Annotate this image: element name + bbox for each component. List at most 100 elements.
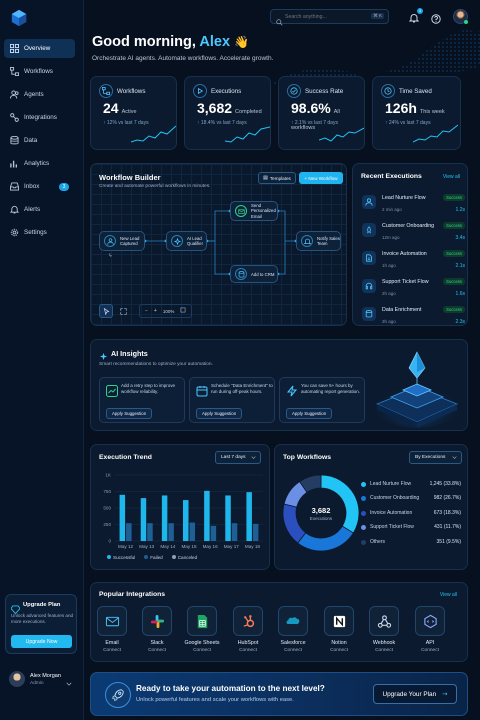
connect-link[interactable]: Connect	[364, 648, 404, 653]
execution-time: 3h ago	[382, 319, 396, 324]
node-crm[interactable]: Add to CRM	[230, 265, 278, 283]
execution-time: 12m ago	[382, 235, 400, 240]
node-qualifier[interactable]: AI Lead Qualifier	[166, 231, 207, 251]
apply-suggestion-button[interactable]: Apply Suggestion	[196, 408, 243, 419]
user-profile[interactable]: Alex Morgan Admin	[8, 670, 78, 690]
sidebar-item-label: Workflows	[24, 68, 53, 75]
zoom-in-button[interactable]: +	[154, 308, 157, 314]
integration-notion[interactable]: Notion Connect	[319, 606, 359, 653]
integration-salesforce[interactable]: Salesforce Connect	[273, 606, 313, 653]
integration-slack[interactable]: Slack Connect	[137, 606, 177, 653]
bar-failed[interactable]	[147, 523, 153, 541]
connect-link[interactable]: Connect	[319, 648, 359, 653]
donut-slice[interactable]	[320, 474, 360, 534]
execution-trend-chart: 1K 750 500 250 0 May 12 May 13 May 14 May 15 May …	[103, 473, 263, 549]
view-all-link[interactable]: View all	[443, 174, 460, 180]
integration-google-sheets[interactable]: Google Sheets Connect	[182, 606, 222, 653]
node-notify[interactable]: Notify Sales Team	[296, 231, 341, 251]
execution-row[interactable]: Invoice Automation 1h ago Success 2.1s	[360, 245, 465, 273]
connect-link[interactable]: Connect	[137, 648, 177, 653]
apply-suggestion-button[interactable]: Apply Suggestion	[286, 408, 333, 419]
bar-successful[interactable]	[204, 490, 210, 541]
bar-successful[interactable]	[225, 495, 231, 541]
ai-insights-title: AI Insights	[111, 349, 148, 358]
node-email[interactable]: Send Personalized Email	[230, 201, 278, 221]
search-input[interactable]	[285, 12, 365, 21]
execution-row[interactable]: Support Ticket Flow 2h ago Success 1.6s	[360, 273, 465, 301]
sidebar-item-label: Inbox	[24, 183, 40, 190]
bar-failed[interactable]	[210, 525, 217, 541]
connect-link[interactable]: Connect	[228, 648, 268, 653]
y-tick-label: 1K	[105, 473, 112, 478]
sidebar-item-data[interactable]: Data	[4, 131, 75, 150]
bar-successful[interactable]	[183, 500, 189, 541]
sheets-icon	[187, 606, 217, 636]
bar-failed[interactable]	[168, 523, 174, 541]
connect-link[interactable]: Connect	[273, 648, 313, 653]
cube-logo-icon[interactable]	[10, 9, 28, 27]
upgrade-now-button[interactable]: Upgrade Now	[11, 635, 72, 648]
integration-webhook[interactable]: Webhook Connect	[364, 606, 404, 653]
execution-row[interactable]: Customer Onboarding 12m ago Success 3.4s	[360, 217, 465, 245]
select-tool-button[interactable]	[99, 304, 113, 318]
stat-card-success-rate[interactable]: Success Rate 98.6% All workflows ↑ 2.1% v…	[278, 76, 365, 150]
execution-name: Data Enrichment	[382, 307, 422, 313]
sidebar-item-integrations[interactable]: Integrations	[4, 108, 75, 127]
connect-link[interactable]: Connect	[92, 648, 132, 653]
workflow-builder-panel: Workflow Builder Create and automate pow…	[90, 163, 347, 326]
stat-title: Workflows	[117, 88, 146, 95]
filter-select[interactable]: By Executions	[409, 451, 462, 464]
sidebar-item-label: Alerts	[24, 206, 41, 213]
integration-api[interactable]: API Connect	[410, 606, 450, 653]
workflow-icon	[99, 84, 113, 98]
legend-row: Support Ticket Flow 431 (11.7%)	[361, 522, 461, 532]
sidebar-item-alerts[interactable]: Alerts	[4, 200, 75, 219]
sidebar-item-agents[interactable]: Agents	[4, 85, 75, 104]
sidebar-item-workflows[interactable]: Workflows	[4, 62, 75, 81]
integration-name: Webhook	[372, 640, 396, 646]
page-title: Good morning, Alex 👋	[92, 34, 249, 50]
bar-successful[interactable]	[119, 494, 126, 541]
search-bar[interactable]: ⌘ K	[270, 9, 389, 26]
stat-card-time-saved[interactable]: Time Saved 126h This week ↑ 24% vs last 7…	[372, 76, 461, 150]
sidebar-item-inbox[interactable]: Inbox 3	[4, 177, 75, 196]
fullscreen-icon[interactable]	[180, 307, 186, 315]
y-tick-label: 250	[103, 522, 111, 527]
x-tick-label: May 18	[245, 544, 261, 549]
insight-card: You can save 5+ hours by automating repo…	[279, 377, 365, 423]
node-label: New Lead Captured	[120, 235, 140, 247]
bar-failed[interactable]	[126, 523, 132, 541]
node-trigger[interactable]: New Lead Captured	[99, 231, 145, 251]
stat-card-workflows[interactable]: Workflows 24 Active ↑ 12% vs last 7 days	[90, 76, 177, 150]
notifications-button[interactable]: 3	[408, 8, 423, 23]
y-tick-label: 0	[108, 539, 111, 544]
bar-successful[interactable]	[246, 492, 252, 541]
execution-row[interactable]: Lead Nurture Flow 2 min ago Success 1.2s	[360, 189, 465, 217]
fit-view-button[interactable]	[116, 304, 130, 318]
view-all-link[interactable]: View all	[440, 592, 457, 598]
greeting-prefix: Good morning,	[92, 34, 196, 50]
bar-failed[interactable]	[189, 522, 196, 541]
sidebar-item-settings[interactable]: Settings	[4, 223, 75, 242]
connect-link[interactable]: Connect	[410, 648, 450, 653]
sidebar-item-overview[interactable]: Overview	[4, 39, 75, 58]
apply-suggestion-button[interactable]: Apply Suggestion	[106, 408, 153, 419]
integration-email[interactable]: Email Connect	[92, 606, 132, 653]
execution-row[interactable]: Data Enrichment 3h ago Success 2.3s	[360, 301, 465, 329]
upgrade-plan-button[interactable]: Upgrade Your Plan →	[373, 684, 457, 704]
sidebar-item-label: Data	[24, 137, 38, 144]
api-icon	[415, 606, 445, 636]
integration-hubspot[interactable]: HubSpot Connect	[228, 606, 268, 653]
bar-successful[interactable]	[140, 498, 147, 541]
bar-successful[interactable]	[161, 495, 168, 541]
range-value: Last 7 days	[221, 455, 246, 460]
donut-slice[interactable]	[297, 525, 354, 552]
range-select[interactable]: Last 7 days	[215, 451, 261, 464]
sidebar-item-analytics[interactable]: Analytics	[4, 154, 75, 173]
zoom-level: 100%	[162, 308, 175, 314]
zoom-out-button[interactable]: −	[145, 308, 148, 314]
bar-failed[interactable]	[231, 523, 238, 541]
bar-failed[interactable]	[252, 523, 259, 541]
connect-link[interactable]: Connect	[182, 648, 222, 653]
stat-card-executions[interactable]: Executions 3,682 Completed ↑ 18.4% vs las…	[184, 76, 271, 150]
